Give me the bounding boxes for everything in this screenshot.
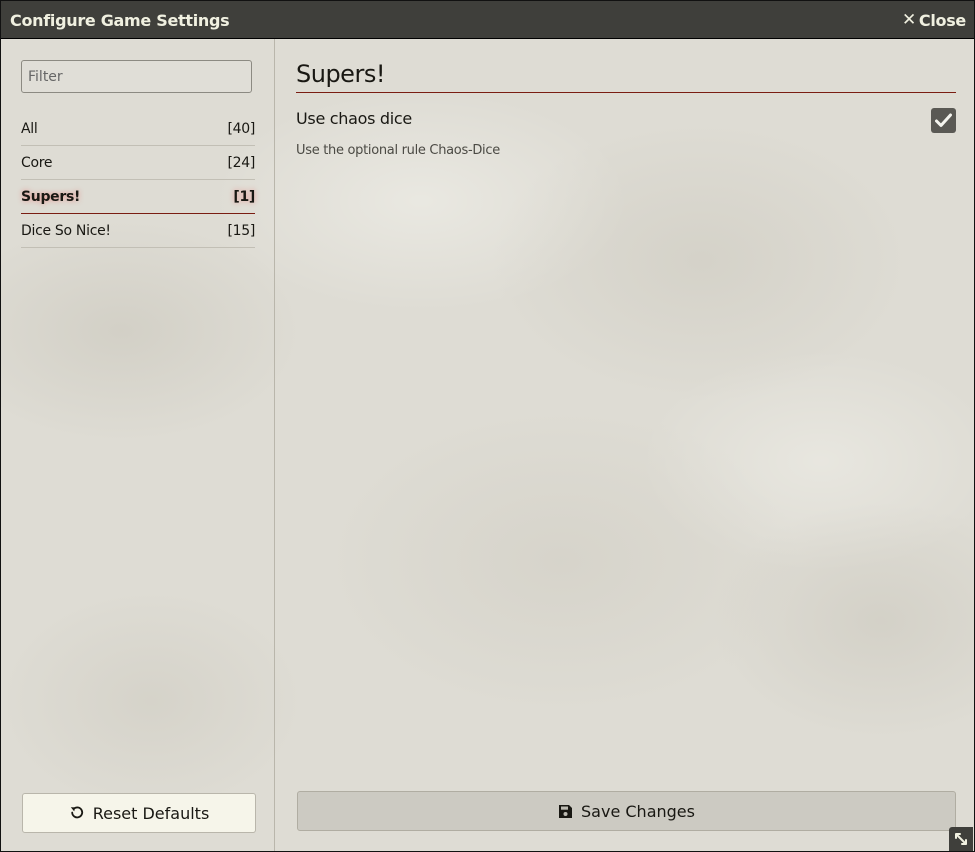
category-count: [40] (227, 120, 255, 137)
resize-handle[interactable] (949, 827, 973, 851)
save-label: Save Changes (581, 801, 695, 821)
setting-hint: Use the optional rule Chaos-Dice (296, 143, 500, 158)
close-label: Close (918, 10, 966, 30)
save-icon (559, 804, 573, 818)
category-count: [1] (233, 188, 255, 205)
undo-icon (70, 806, 83, 819)
section-title: Supers! (296, 60, 956, 93)
category-core[interactable]: Core [24] (21, 146, 255, 180)
reset-defaults-button[interactable]: Reset Defaults (22, 793, 256, 833)
category-list: All [40] Core [24] Supers! [1] Dice So N… (21, 112, 255, 248)
settings-sidebar: All [40] Core [24] Supers! [1] Dice So N… (1, 39, 275, 851)
window-title: Configure Game Settings (10, 11, 230, 30)
category-all[interactable]: All [40] (21, 112, 255, 146)
category-count: [24] (227, 154, 255, 171)
use-chaos-dice-checkbox[interactable] (931, 108, 956, 133)
close-button[interactable]: ✕ Close (902, 10, 966, 30)
category-dice-so-nice[interactable]: Dice So Nice! [15] (21, 214, 255, 248)
category-label: Core (21, 154, 53, 171)
filter-input[interactable] (21, 60, 252, 93)
window-header[interactable]: Configure Game Settings ✕ Close (1, 1, 974, 39)
check-icon (935, 113, 952, 127)
settings-panel: Supers! Use chaos dice Use the optional … (276, 39, 974, 851)
resize-icon (955, 833, 967, 845)
category-supers[interactable]: Supers! [1] (21, 180, 255, 214)
setting-label: Use chaos dice (296, 109, 412, 128)
category-count: [15] (227, 222, 255, 239)
close-icon: ✕ (901, 10, 916, 30)
save-changes-button[interactable]: Save Changes (297, 791, 956, 831)
category-label: All (21, 120, 38, 137)
settings-window: Configure Game Settings ✕ Close All [40]… (0, 0, 975, 852)
category-label: Dice So Nice! (21, 222, 111, 239)
category-label: Supers! (21, 188, 81, 205)
reset-label: Reset Defaults (92, 803, 210, 823)
